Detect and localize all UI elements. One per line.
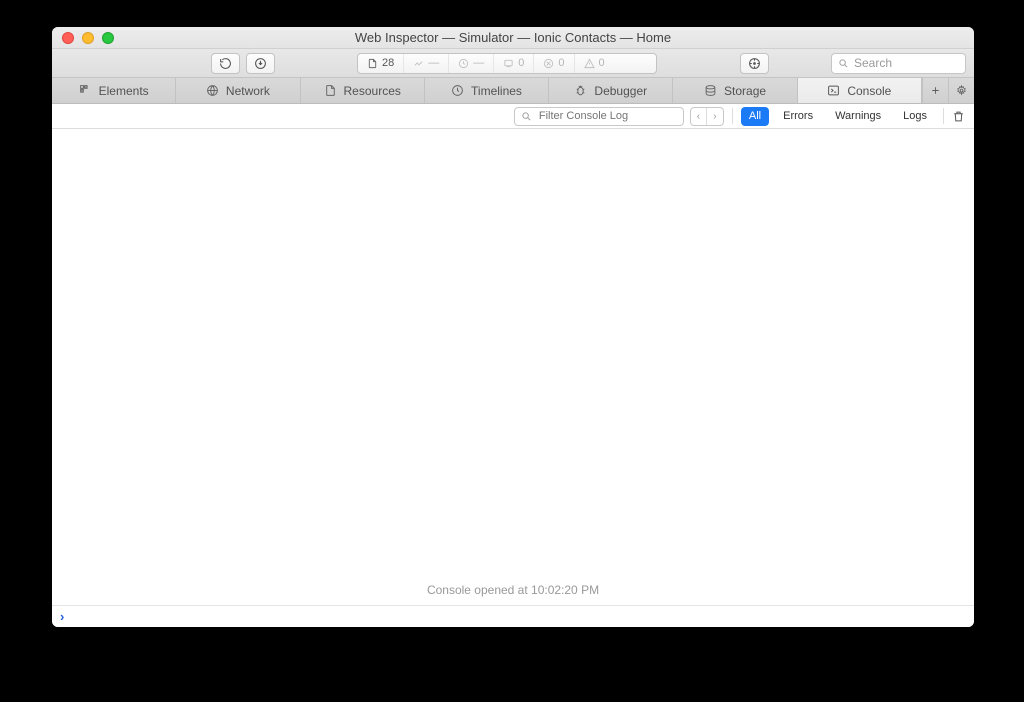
size-indicator[interactable]: — (403, 54, 448, 73)
console-body: Console opened at 10:02:20 PM › (52, 129, 974, 627)
prev-next-nav: ‹ › (690, 107, 724, 126)
resources-count[interactable]: 28 (358, 54, 403, 73)
window-title: Web Inspector — Simulator — Ionic Contac… (52, 30, 974, 45)
traffic-lights (62, 32, 114, 44)
warning-count[interactable]: 0 (574, 54, 614, 73)
prev-button[interactable]: ‹ (691, 108, 707, 125)
filter-input[interactable] (514, 107, 684, 126)
minimize-window[interactable] (82, 32, 94, 44)
reload-button[interactable] (211, 53, 240, 74)
divider (732, 108, 733, 124)
toolbar: 28 — — 0 0 0 (52, 49, 974, 78)
close-window[interactable] (62, 32, 74, 44)
tab-network[interactable]: Network (176, 78, 300, 103)
dashboard-segment: 28 — — 0 0 0 (357, 53, 657, 74)
divider (943, 108, 944, 124)
tab-resources[interactable]: Resources (301, 78, 425, 103)
filter-input-field[interactable] (537, 109, 677, 123)
download-button[interactable] (246, 53, 275, 74)
prompt-chevron-icon: › (60, 609, 64, 624)
time-indicator[interactable]: — (448, 54, 493, 73)
search-field[interactable]: Search (831, 53, 966, 74)
clear-console-button[interactable] (952, 110, 966, 123)
inspect-element-button[interactable] (740, 53, 769, 74)
scope-warnings[interactable]: Warnings (827, 107, 889, 126)
settings-button[interactable] (948, 78, 974, 103)
new-tab-button[interactable] (922, 78, 948, 103)
tab-debugger[interactable]: Debugger (549, 78, 673, 103)
scope-logs[interactable]: Logs (895, 107, 935, 126)
search-placeholder: Search (854, 56, 892, 70)
scope-all[interactable]: All (741, 107, 769, 126)
tab-timelines[interactable]: Timelines (425, 78, 549, 103)
tab-storage[interactable]: Storage (673, 78, 797, 103)
console-prompt[interactable]: › (52, 605, 974, 627)
next-button[interactable]: › (707, 108, 723, 125)
console-opened-message: Console opened at 10:02:20 PM (52, 583, 974, 605)
console-scope-bar: ‹ › All Errors Warnings Logs (52, 104, 974, 129)
scope-errors[interactable]: Errors (775, 107, 821, 126)
log-count[interactable]: 0 (493, 54, 533, 73)
tab-bar: Elements Network Resources Timelines Deb… (52, 78, 974, 104)
zoom-window[interactable] (102, 32, 114, 44)
resources-count-value: 28 (382, 57, 394, 69)
titlebar: Web Inspector — Simulator — Ionic Contac… (52, 27, 974, 49)
error-count[interactable]: 0 (533, 54, 573, 73)
tab-console[interactable]: Console (798, 78, 922, 103)
inspector-window: Web Inspector — Simulator — Ionic Contac… (52, 27, 974, 627)
tab-elements[interactable]: Elements (52, 78, 176, 103)
